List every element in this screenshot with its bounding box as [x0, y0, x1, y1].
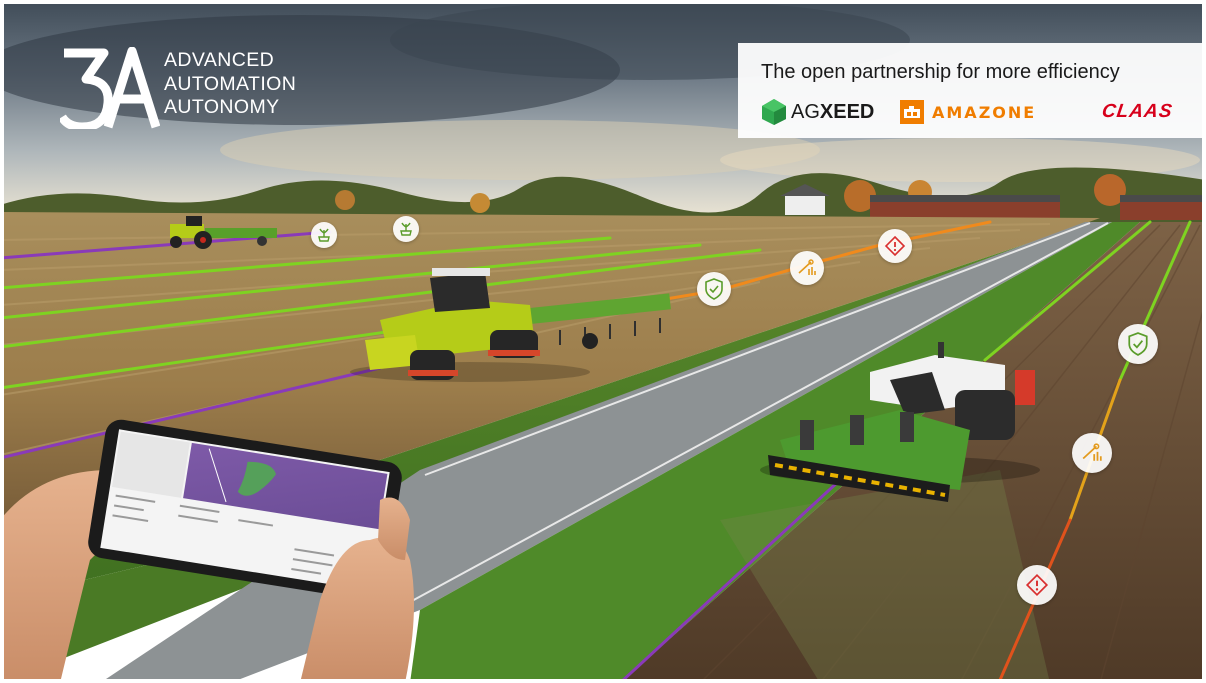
agxeed-logo: AGXEED: [761, 97, 874, 127]
logo-line-automation: AUTOMATION: [164, 72, 297, 95]
speed-gauge-icon: [790, 251, 824, 285]
shield-check-icon: [1118, 324, 1158, 364]
logo-line-advanced: ADVANCED: [164, 49, 275, 71]
amazone-logo: AMAZONE: [900, 98, 1036, 126]
autumn-tree: [335, 190, 355, 210]
logo-wordmark: ADVANCED AUTOMATION AUTONOMY: [164, 49, 296, 120]
autumn-tree: [470, 193, 490, 213]
warning-icon: [1017, 565, 1057, 605]
field-scene: ADVANCED AUTOMATION AUTONOMY The open pa…: [0, 0, 1206, 683]
partnership-panel: The open partnership for more efficiency…: [738, 43, 1204, 138]
warning-icon: [878, 229, 912, 263]
logo-line-autonomy: AUTONOMY: [164, 96, 280, 118]
partnership-headline: The open partnership for more efficiency: [761, 61, 1120, 83]
logo-3a-mark: [60, 47, 160, 129]
agxeed-prefix: AG: [791, 100, 820, 123]
amazone-emblem-icon: [900, 100, 924, 124]
amazone-wordmark: AMAZONE: [932, 102, 1037, 122]
farm-house: [785, 195, 825, 215]
shield-check-icon: [697, 272, 731, 306]
agxeed-suffix: XEED: [819, 100, 875, 123]
crop-icon: [393, 216, 419, 242]
speed-gauge-icon: [1072, 433, 1112, 473]
cloud: [220, 120, 820, 180]
barn-roof: [870, 195, 1060, 202]
tablet-sidebar: [111, 431, 190, 498]
agxeed-wordmark: AGXEED: [791, 101, 874, 124]
barn: [1120, 200, 1206, 220]
agxeed-hexagon-icon: [762, 99, 786, 125]
claas-wordmark: CLAAS: [1100, 101, 1174, 122]
barn-roof: [1120, 195, 1206, 202]
crop-icon: [311, 222, 337, 248]
